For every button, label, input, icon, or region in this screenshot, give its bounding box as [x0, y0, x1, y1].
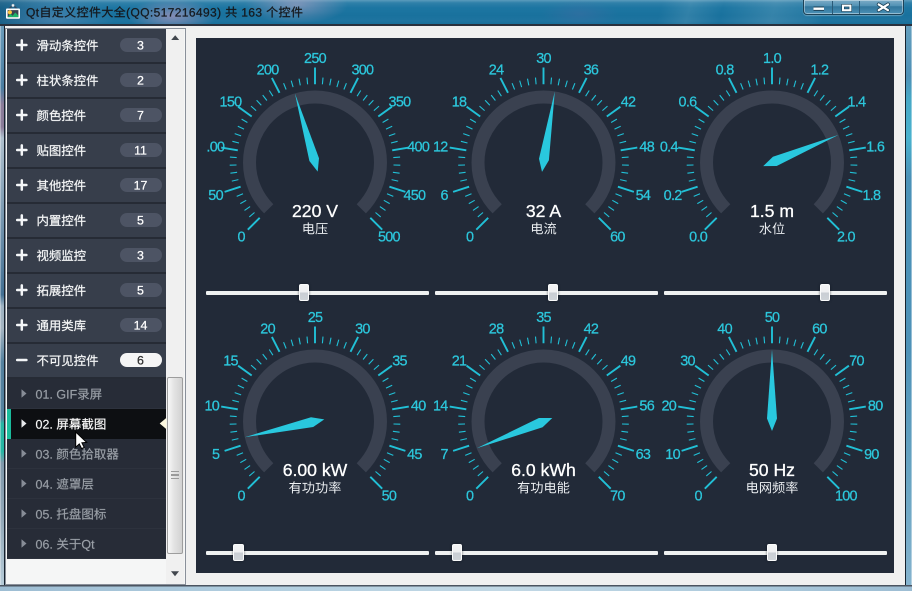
svg-text:200: 200	[257, 63, 280, 79]
svg-text:50: 50	[382, 489, 397, 505]
svg-text:70: 70	[849, 353, 864, 369]
svg-text:50 Hz: 50 Hz	[749, 460, 795, 480]
svg-text:42: 42	[621, 94, 636, 110]
svg-text:50: 50	[765, 310, 780, 326]
svg-text:100: 100	[835, 489, 858, 505]
svg-text:15: 15	[223, 353, 238, 369]
svg-text:0.6: 0.6	[679, 94, 698, 110]
svg-text:6.0 kWh: 6.0 kWh	[511, 460, 576, 480]
svg-text:500: 500	[378, 230, 401, 246]
svg-text:32 A: 32 A	[526, 201, 561, 221]
svg-text:0.0: 0.0	[689, 230, 708, 246]
svg-text:0: 0	[466, 489, 474, 505]
svg-text:36: 36	[584, 63, 599, 79]
svg-text:150: 150	[220, 94, 243, 110]
svg-text:1.4: 1.4	[848, 94, 867, 110]
svg-text:300: 300	[351, 63, 374, 79]
svg-text:6: 6	[137, 353, 144, 367]
svg-text:49: 49	[621, 353, 636, 369]
svg-text:3: 3	[137, 38, 144, 52]
svg-text:7: 7	[137, 108, 144, 122]
svg-text:220 V: 220 V	[292, 201, 338, 221]
svg-text:1.5 m: 1.5 m	[750, 201, 794, 221]
svg-text:.00: .00	[206, 139, 225, 155]
svg-text:20: 20	[260, 322, 275, 338]
svg-text:0.8: 0.8	[716, 63, 735, 79]
svg-text:7: 7	[440, 447, 448, 463]
svg-text:18: 18	[452, 94, 467, 110]
svg-text:48: 48	[639, 139, 654, 155]
svg-text:0: 0	[237, 489, 245, 505]
svg-text:35: 35	[536, 310, 551, 326]
svg-text:50: 50	[208, 188, 223, 204]
svg-text:70: 70	[610, 489, 625, 505]
svg-text:250: 250	[304, 51, 327, 67]
svg-text:11: 11	[134, 143, 147, 157]
svg-text:40: 40	[411, 398, 426, 414]
svg-text:400: 400	[407, 139, 430, 155]
svg-text:3: 3	[137, 248, 144, 262]
svg-text:450: 450	[403, 188, 426, 204]
svg-text:56: 56	[639, 398, 654, 414]
svg-text:30: 30	[355, 322, 370, 338]
svg-text:60: 60	[812, 322, 827, 338]
svg-text:12: 12	[433, 139, 448, 155]
svg-text:0: 0	[237, 230, 245, 246]
svg-text:35: 35	[392, 353, 407, 369]
svg-text:60: 60	[610, 230, 625, 246]
svg-text:5: 5	[137, 213, 144, 227]
svg-text:5: 5	[137, 283, 144, 297]
svg-text:10: 10	[204, 398, 219, 414]
svg-text:25: 25	[308, 310, 323, 326]
svg-text:0.4: 0.4	[660, 139, 679, 155]
svg-text:5: 5	[212, 447, 220, 463]
svg-text:63: 63	[636, 447, 651, 463]
svg-text:40: 40	[717, 322, 732, 338]
svg-text:14: 14	[134, 318, 148, 332]
svg-text:54: 54	[636, 188, 651, 204]
svg-text:0: 0	[466, 230, 474, 246]
svg-text:0: 0	[694, 489, 702, 505]
svg-text:350: 350	[389, 94, 412, 110]
svg-text:80: 80	[868, 398, 883, 414]
svg-text:1.6: 1.6	[866, 139, 885, 155]
svg-text:1.8: 1.8	[862, 188, 881, 204]
svg-text:2: 2	[137, 73, 144, 87]
svg-text:1.0: 1.0	[763, 51, 782, 67]
svg-text:0.2: 0.2	[664, 188, 683, 204]
svg-text:14: 14	[433, 398, 448, 414]
svg-text:6: 6	[440, 188, 448, 204]
svg-text:45: 45	[407, 447, 422, 463]
svg-text:2.0: 2.0	[837, 230, 856, 246]
svg-text:21: 21	[452, 353, 467, 369]
svg-text:90: 90	[864, 447, 879, 463]
svg-text:17: 17	[134, 178, 148, 192]
svg-text:30: 30	[680, 353, 695, 369]
svg-text:24: 24	[489, 63, 504, 79]
svg-text:6.00 kW: 6.00 kW	[283, 460, 348, 480]
svg-text:30: 30	[536, 51, 551, 67]
svg-text:20: 20	[661, 398, 676, 414]
svg-text:28: 28	[489, 322, 504, 338]
svg-text:42: 42	[584, 322, 599, 338]
svg-text:1.2: 1.2	[810, 63, 829, 79]
svg-text:10: 10	[665, 447, 680, 463]
